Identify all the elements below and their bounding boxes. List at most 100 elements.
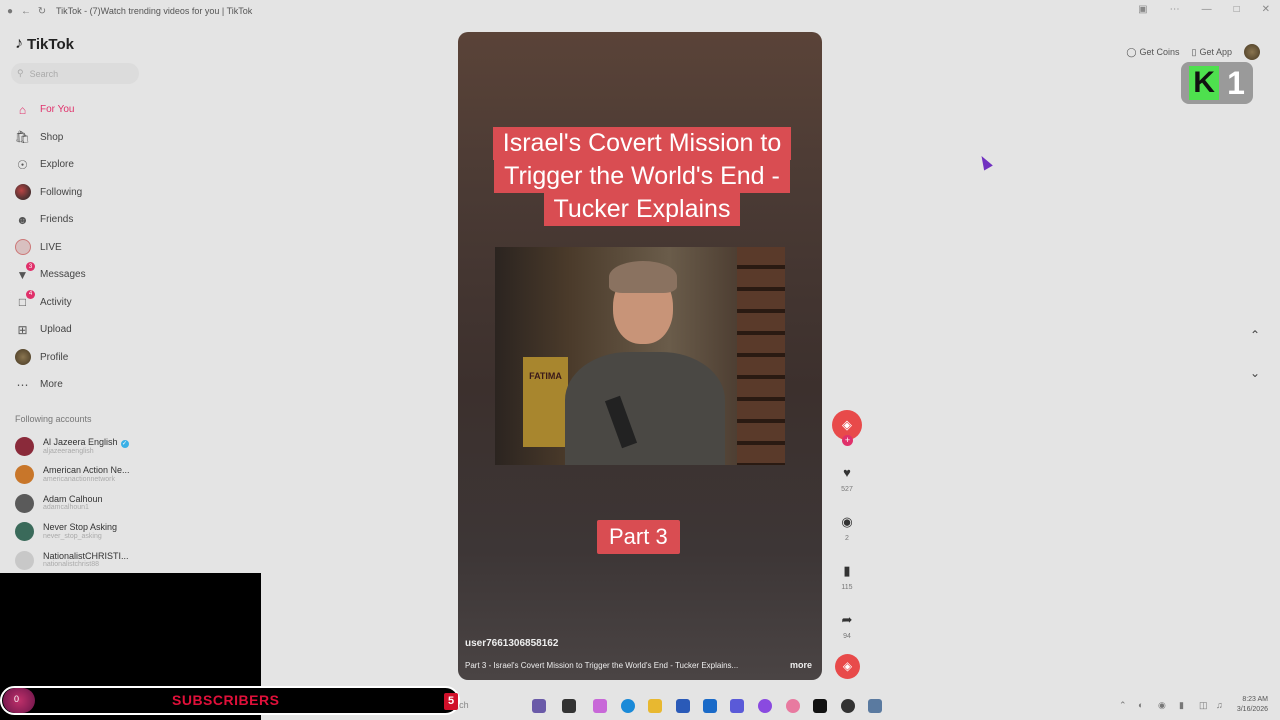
network-icon[interactable]: ◫ [1199, 700, 1208, 711]
account-name: American Action Ne... [43, 465, 130, 476]
list-item[interactable]: Al Jazeera English ✓ aljazeeraenglish [15, 432, 215, 461]
app-icon[interactable] [841, 699, 855, 713]
like-button[interactable]: ♥ 527 [832, 463, 862, 493]
browser-menu-icon[interactable]: ⋯ [1170, 4, 1180, 15]
sidebar-item-upload[interactable]: ⊞ Upload [14, 316, 214, 344]
comment-icon: ◉ [841, 514, 853, 529]
split-view-icon[interactable]: ▣ [1138, 4, 1147, 15]
activity-badge: 4 [26, 289, 35, 299]
speaker-body [565, 352, 725, 465]
friends-icon: ☻ [16, 212, 29, 227]
sidebar-item-explore[interactable]: ☉ Explore [14, 151, 214, 179]
outlook-icon[interactable] [703, 699, 717, 713]
profile-avatar[interactable] [1244, 44, 1260, 60]
coin-icon: ◯ [1126, 46, 1137, 57]
sidebar-item-activity[interactable]: □ 4 Activity [14, 289, 214, 317]
tiktok-taskbar-icon[interactable] [813, 699, 827, 713]
edge-icon[interactable] [621, 699, 635, 713]
next-video-button[interactable]: ⌄ [1246, 366, 1264, 384]
sidebar-item-label: Following [40, 186, 83, 198]
app-icon[interactable] [786, 699, 800, 713]
volume-icon[interactable]: ♫ [1216, 700, 1223, 710]
app-icon[interactable] [758, 699, 772, 713]
reload-icon[interactable]: ↻ [36, 5, 48, 17]
comment-button[interactable]: ◉ 2 [832, 512, 862, 542]
messages-badge: 3 [26, 262, 35, 272]
list-item[interactable]: NationalistCHRISTI... nationalistchrist8… [15, 546, 215, 575]
teams-icon[interactable] [730, 699, 744, 713]
following-accounts-heading: Following accounts [15, 414, 92, 424]
sidebar-item-label: LIVE [40, 241, 62, 253]
sidebar-item-label: Messages [40, 269, 86, 281]
time: 8:23 AM [1242, 696, 1268, 703]
get-coins-button[interactable]: ◯ Get Coins [1126, 47, 1179, 58]
share-button[interactable]: ➦ 94 [832, 610, 862, 640]
copilot-icon[interactable] [593, 699, 607, 713]
minimize-icon[interactable]: — [1202, 4, 1212, 15]
account-handle: adamcalhoun1 [43, 504, 89, 512]
video-frame: FATIMA [495, 247, 785, 465]
shop-icon: 🛍 [14, 130, 31, 145]
save-button[interactable]: ▮ 115 [832, 561, 862, 591]
tray-chevron-icon[interactable]: ⌃ [1119, 700, 1127, 711]
account-handle: never_stop_asking [43, 532, 102, 540]
headline-line: Tucker Explains [543, 193, 741, 226]
chevron-up-icon: ⌃ [1249, 328, 1261, 342]
sidebar-item-label: Shop [40, 131, 64, 143]
sidebar-item-messages[interactable]: ▼ 3 Messages [14, 261, 214, 289]
bookmark-icon: ▮ [843, 563, 851, 578]
tray-icon[interactable]: ◐ [1138, 700, 1143, 710]
file-explorer-icon[interactable] [648, 699, 662, 713]
settings-icon[interactable] [868, 699, 882, 713]
sidebar-item-following[interactable]: Following [14, 179, 214, 207]
heart-icon: ♥ [843, 465, 851, 480]
sidebar-item-more[interactable]: ⋯ More [14, 371, 214, 399]
close-icon[interactable]: ✕ [1262, 4, 1270, 15]
account-handle: americanactionnetwork [43, 475, 115, 483]
app-icon[interactable] [562, 699, 576, 713]
list-item[interactable]: American Action Ne... americanactionnetw… [15, 461, 215, 490]
chevron-down-icon: ⌄ [1249, 366, 1261, 380]
search-input[interactable]: ⚲ Search [11, 63, 139, 84]
microphone-icon[interactable]: ▮ [1179, 700, 1184, 711]
sidebar-item-profile[interactable]: Profile [14, 344, 214, 372]
like-count: 527 [841, 486, 853, 493]
list-item[interactable]: Never Stop Asking never_stop_asking [15, 518, 215, 547]
clock[interactable]: 8:23 AM 3/16/2026 [1237, 695, 1268, 715]
more-link[interactable]: more [790, 660, 812, 670]
sidebar-item-shop[interactable]: 🛍 Shop [14, 124, 214, 152]
follow-plus-icon[interactable]: + [842, 435, 853, 446]
messages-icon: ▼ 3 [14, 262, 35, 283]
tiktok-logo[interactable]: ♪ TikTok [15, 35, 74, 53]
following-avatar [14, 184, 31, 201]
video-username[interactable]: user7661306858162 [465, 638, 558, 649]
phone-icon: ▯ [1191, 46, 1197, 57]
account-name: Adam Calhoun [43, 493, 103, 504]
share-count: 94 [843, 633, 851, 640]
sidebar-item-friends[interactable]: ☻ Friends [14, 206, 214, 234]
get-coins-label: Get Coins [1139, 47, 1180, 57]
video-headline: Israel's Covert Mission to Trigger the W… [471, 127, 813, 226]
video-player[interactable]: Israel's Covert Mission to Trigger the W… [458, 32, 822, 680]
account-avatar [15, 550, 34, 570]
list-item[interactable]: Adam Calhoun adamcalhoun1 [15, 489, 215, 518]
get-app-button[interactable]: ▯ Get App [1192, 47, 1232, 58]
sidebar-item-live[interactable]: LIVE [14, 234, 214, 262]
maximize-icon[interactable]: □ [1234, 4, 1240, 15]
previous-video-button[interactable]: ⌃ [1246, 328, 1264, 346]
subscribers-count: 5 [444, 693, 458, 710]
tray-icon[interactable]: ◉ [1158, 700, 1166, 711]
app-icon[interactable] [532, 699, 546, 713]
creator-avatar[interactable]: ◈ + [832, 410, 862, 446]
app-icon[interactable] [676, 699, 690, 713]
account-handle: aljazeeraenglish [43, 447, 94, 455]
sidebar-item-label: For You [40, 104, 75, 116]
search-icon: ⚲ [17, 68, 24, 78]
sidebar-item-for-you[interactable]: ⌂ For You [14, 96, 214, 124]
get-app-label: Get App [1199, 47, 1232, 57]
sidebar-nav: ⌂ For You 🛍 Shop ☉ Explore Following ☻ F… [14, 96, 214, 399]
music-disc-icon[interactable]: ◈ [835, 654, 860, 679]
header-right: ◯ Get Coins ▯ Get App [1126, 44, 1260, 60]
account-avatar [15, 465, 34, 485]
back-icon[interactable]: ← [20, 5, 32, 17]
